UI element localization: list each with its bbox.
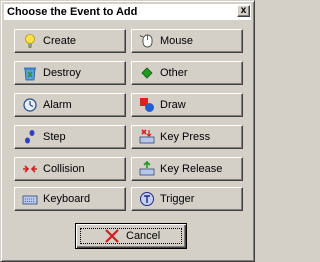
trash-icon	[24, 67, 36, 81]
collision-arrows-icon	[23, 165, 37, 173]
collision-event-button[interactable]: Collision	[14, 157, 126, 181]
mouse-event-button[interactable]: Mouse	[131, 29, 243, 53]
keyboard-icon	[22, 195, 38, 205]
keyboard-label: Keyboard	[43, 193, 91, 205]
cancel-button[interactable]: Cancel	[75, 223, 187, 249]
alarm-event-button[interactable]: Alarm	[14, 93, 126, 117]
choose-event-dialog: Choose the Event to Add x Create Mouse D…	[0, 0, 255, 262]
other-event-button[interactable]: Other	[131, 61, 243, 85]
footsteps-icon	[25, 130, 35, 144]
key-release-event-button[interactable]: Key Release	[131, 157, 243, 181]
other-label: Other	[160, 67, 188, 79]
keyboard-event-button[interactable]: Keyboard	[14, 187, 126, 211]
title-bar: Choose the Event to Add x	[4, 4, 251, 20]
green-diamond-icon	[141, 67, 153, 79]
alarm-label: Alarm	[43, 99, 72, 111]
destroy-label: Destroy	[43, 67, 81, 79]
step-label: Step	[43, 131, 66, 143]
create-event-button[interactable]: Create	[14, 29, 126, 53]
key-press-label: Key Press	[160, 131, 211, 143]
dialog-title: Choose the Event to Add	[7, 6, 138, 18]
trigger-label: Trigger	[160, 193, 195, 205]
mouse-label: Mouse	[160, 35, 194, 47]
cancel-label: Cancel	[126, 230, 161, 242]
step-event-button[interactable]: Step	[14, 125, 126, 149]
red-x-icon	[105, 229, 119, 243]
key-press-icon	[139, 129, 155, 144]
mouse-icon	[139, 34, 153, 48]
collision-label: Collision	[43, 163, 85, 175]
lightbulb-icon	[25, 34, 35, 48]
close-button[interactable]: x	[237, 5, 250, 17]
clock-icon	[23, 98, 37, 112]
key-release-label: Key Release	[160, 163, 223, 175]
create-label: Create	[43, 35, 77, 47]
key-release-icon	[139, 161, 155, 176]
destroy-event-button[interactable]: Destroy	[14, 61, 126, 85]
draw-label: Draw	[160, 99, 186, 111]
shapes-icon	[140, 98, 154, 112]
trigger-event-button[interactable]: Trigger	[131, 187, 243, 211]
draw-event-button[interactable]: Draw	[131, 93, 243, 117]
trigger-icon	[140, 192, 154, 206]
key-press-event-button[interactable]: Key Press	[131, 125, 243, 149]
